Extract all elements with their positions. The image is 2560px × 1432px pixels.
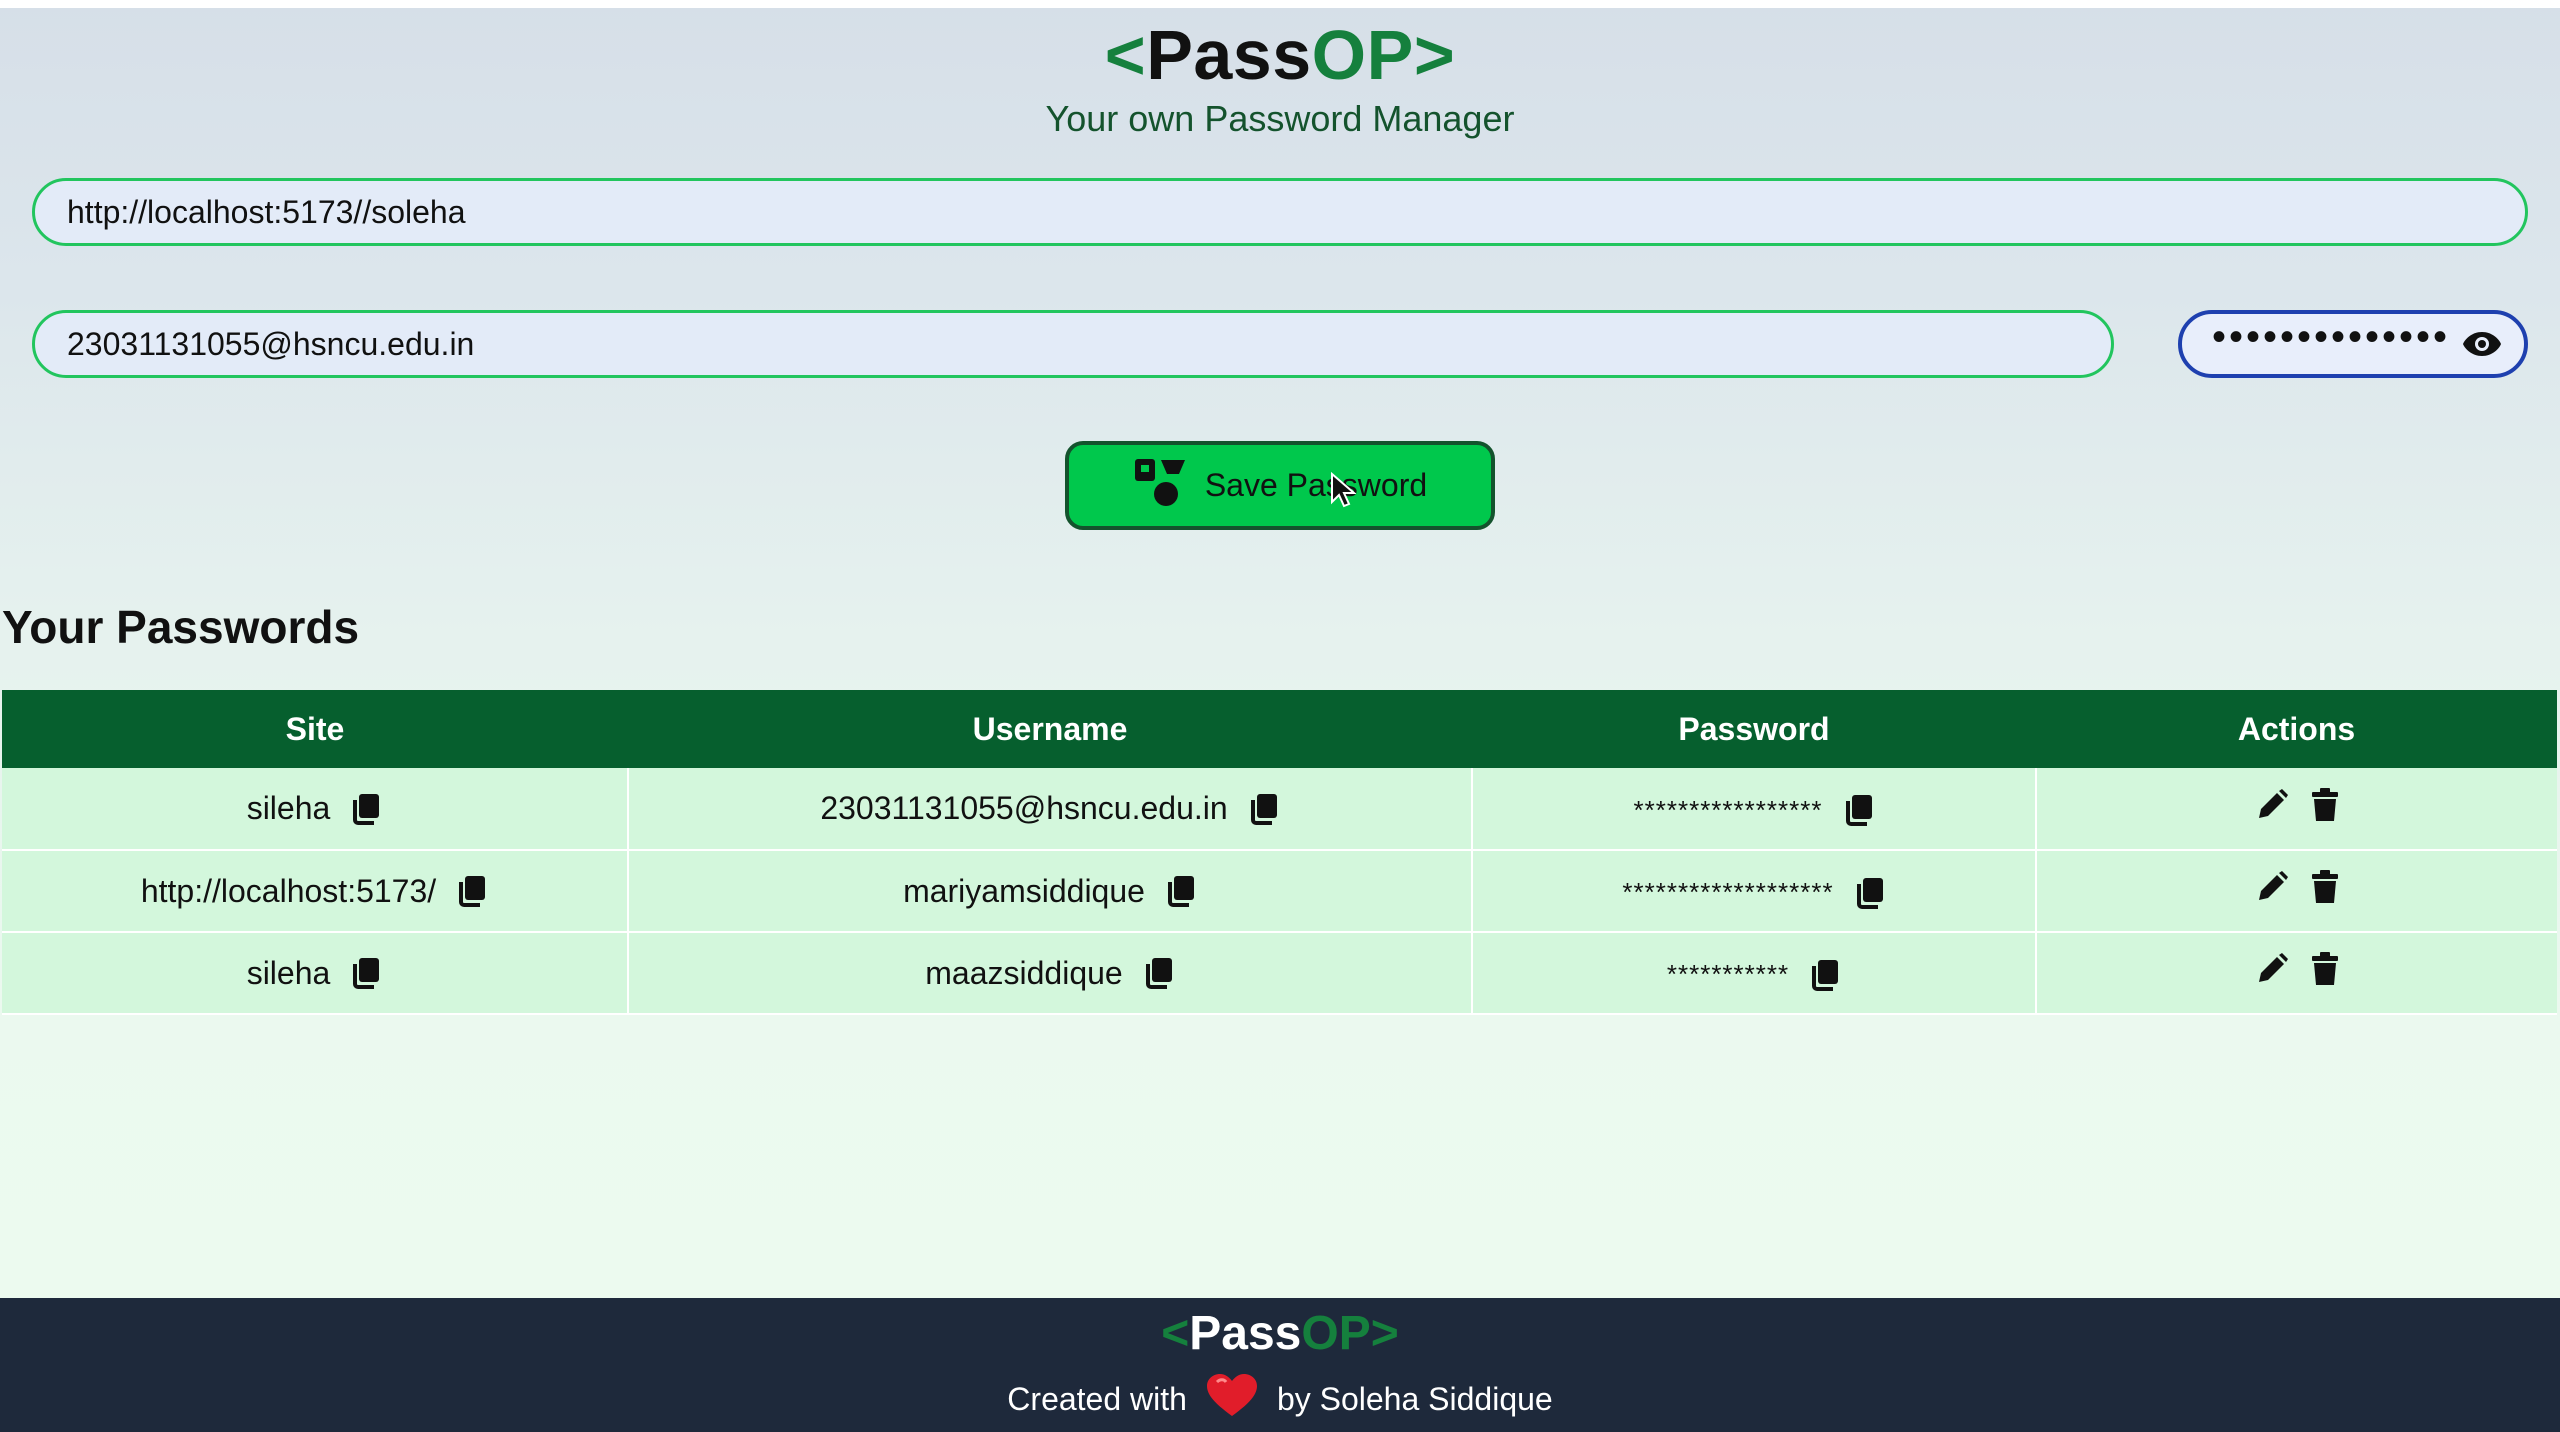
copy-icon[interactable] — [1854, 876, 1886, 910]
logo-bracket-open: < — [1104, 16, 1147, 94]
eye-icon[interactable] — [2460, 322, 2504, 366]
copy-icon[interactable] — [456, 874, 488, 908]
column-header-username: Username — [628, 690, 1472, 768]
app-subtitle: Your own Password Manager — [1045, 98, 1515, 139]
heart-icon — [1205, 1372, 1259, 1426]
password-cell: *********** — [1472, 932, 2037, 1015]
username-input[interactable]: 23031131055@hsncu.edu.in — [32, 310, 2114, 378]
password-cell: ***************** — [1472, 768, 2037, 851]
password-masked: *********** — [1666, 959, 1790, 990]
username-cell: 23031131055@hsncu.edu.in — [628, 768, 1473, 851]
actions-cell — [2036, 932, 2557, 1015]
site-url-input[interactable]: http://localhost:5173//soleha — [32, 178, 2528, 246]
site-link[interactable]: sileha — [247, 955, 331, 992]
save-password-button[interactable]: Save Password — [1065, 441, 1495, 530]
footer-credit: Created with by Soleha Siddique — [0, 1372, 2560, 1426]
passwords-table: Site Username Password Actions sileha 23… — [2, 690, 2557, 1015]
actions-cell — [2036, 850, 2557, 933]
site-cell: sileha — [2, 768, 629, 851]
username-value: 23031131055@hsncu.edu.in — [820, 790, 1228, 826]
edit-icon[interactable] — [2255, 952, 2289, 994]
delete-icon[interactable] — [2311, 952, 2339, 994]
top-edge — [0, 0, 2560, 8]
edit-icon[interactable] — [2255, 788, 2289, 830]
footer-logo-op: OP — [1301, 1307, 1371, 1360]
column-header-site: Site — [2, 690, 628, 768]
app-logo: <PassOP> — [0, 20, 2560, 90]
password-masked: ******************* — [1622, 877, 1834, 908]
add-password-icon — [1133, 456, 1187, 516]
table-row: http://localhost:5173/ mariyamsiddique *… — [2, 850, 2557, 933]
actions-cell — [2036, 768, 2557, 851]
footer: <PassOP> Created with by Soleha Siddique — [0, 1298, 2560, 1432]
copy-icon[interactable] — [1165, 874, 1197, 908]
logo-op: OP — [1311, 16, 1414, 94]
copy-icon[interactable] — [350, 956, 382, 990]
table-row: sileha maazsiddique *********** — [2, 932, 2557, 1015]
footer-logo-bracket-open: < — [1161, 1307, 1190, 1360]
created-with-text: Created with — [1007, 1380, 1187, 1417]
save-password-label: Save Password — [1204, 467, 1428, 503]
username-cell: mariyamsiddique — [628, 850, 1473, 933]
footer-logo-bracket-close: > — [1370, 1307, 1399, 1360]
copy-icon[interactable] — [1143, 956, 1175, 990]
table-row: sileha 23031131055@hsncu.edu.in ********… — [2, 768, 2557, 851]
column-header-password: Password — [1472, 690, 2036, 768]
copy-icon[interactable] — [1248, 792, 1280, 826]
copy-icon[interactable] — [1843, 793, 1875, 827]
mouse-cursor-icon — [1331, 472, 1356, 508]
logo-bracket-close: > — [1413, 16, 1456, 94]
username-value: mariyamsiddique — [903, 872, 1145, 909]
site-link[interactable]: sileha — [247, 790, 331, 827]
footer-logo-pass: Pass — [1189, 1307, 1302, 1360]
author-text: by Soleha Siddique — [1276, 1380, 1553, 1417]
logo-pass: Pass — [1146, 16, 1312, 94]
table-header-row: Site Username Password Actions — [2, 690, 2557, 768]
your-passwords-heading: Your Passwords — [2, 601, 360, 653]
password-cell: ******************* — [1472, 850, 2037, 933]
footer-logo: <PassOP> — [0, 1306, 2560, 1361]
username-cell: maazsiddique — [628, 932, 1473, 1015]
site-cell: http://localhost:5173/ — [2, 850, 629, 933]
username-value: maazsiddique — [925, 954, 1123, 991]
site-link[interactable]: http://localhost:5173/ — [141, 873, 436, 910]
copy-icon[interactable] — [350, 792, 382, 826]
password-input[interactable]: •••••••••••••• — [2178, 310, 2528, 378]
site-cell: sileha — [2, 932, 629, 1015]
delete-icon[interactable] — [2311, 870, 2339, 912]
password-masked: ***************** — [1633, 794, 1823, 825]
password-masked-value: •••••••••••••• — [2212, 315, 2451, 359]
column-header-actions: Actions — [2036, 690, 2557, 768]
copy-icon[interactable] — [1809, 958, 1841, 992]
delete-icon[interactable] — [2311, 787, 2339, 830]
edit-icon[interactable] — [2255, 870, 2289, 912]
